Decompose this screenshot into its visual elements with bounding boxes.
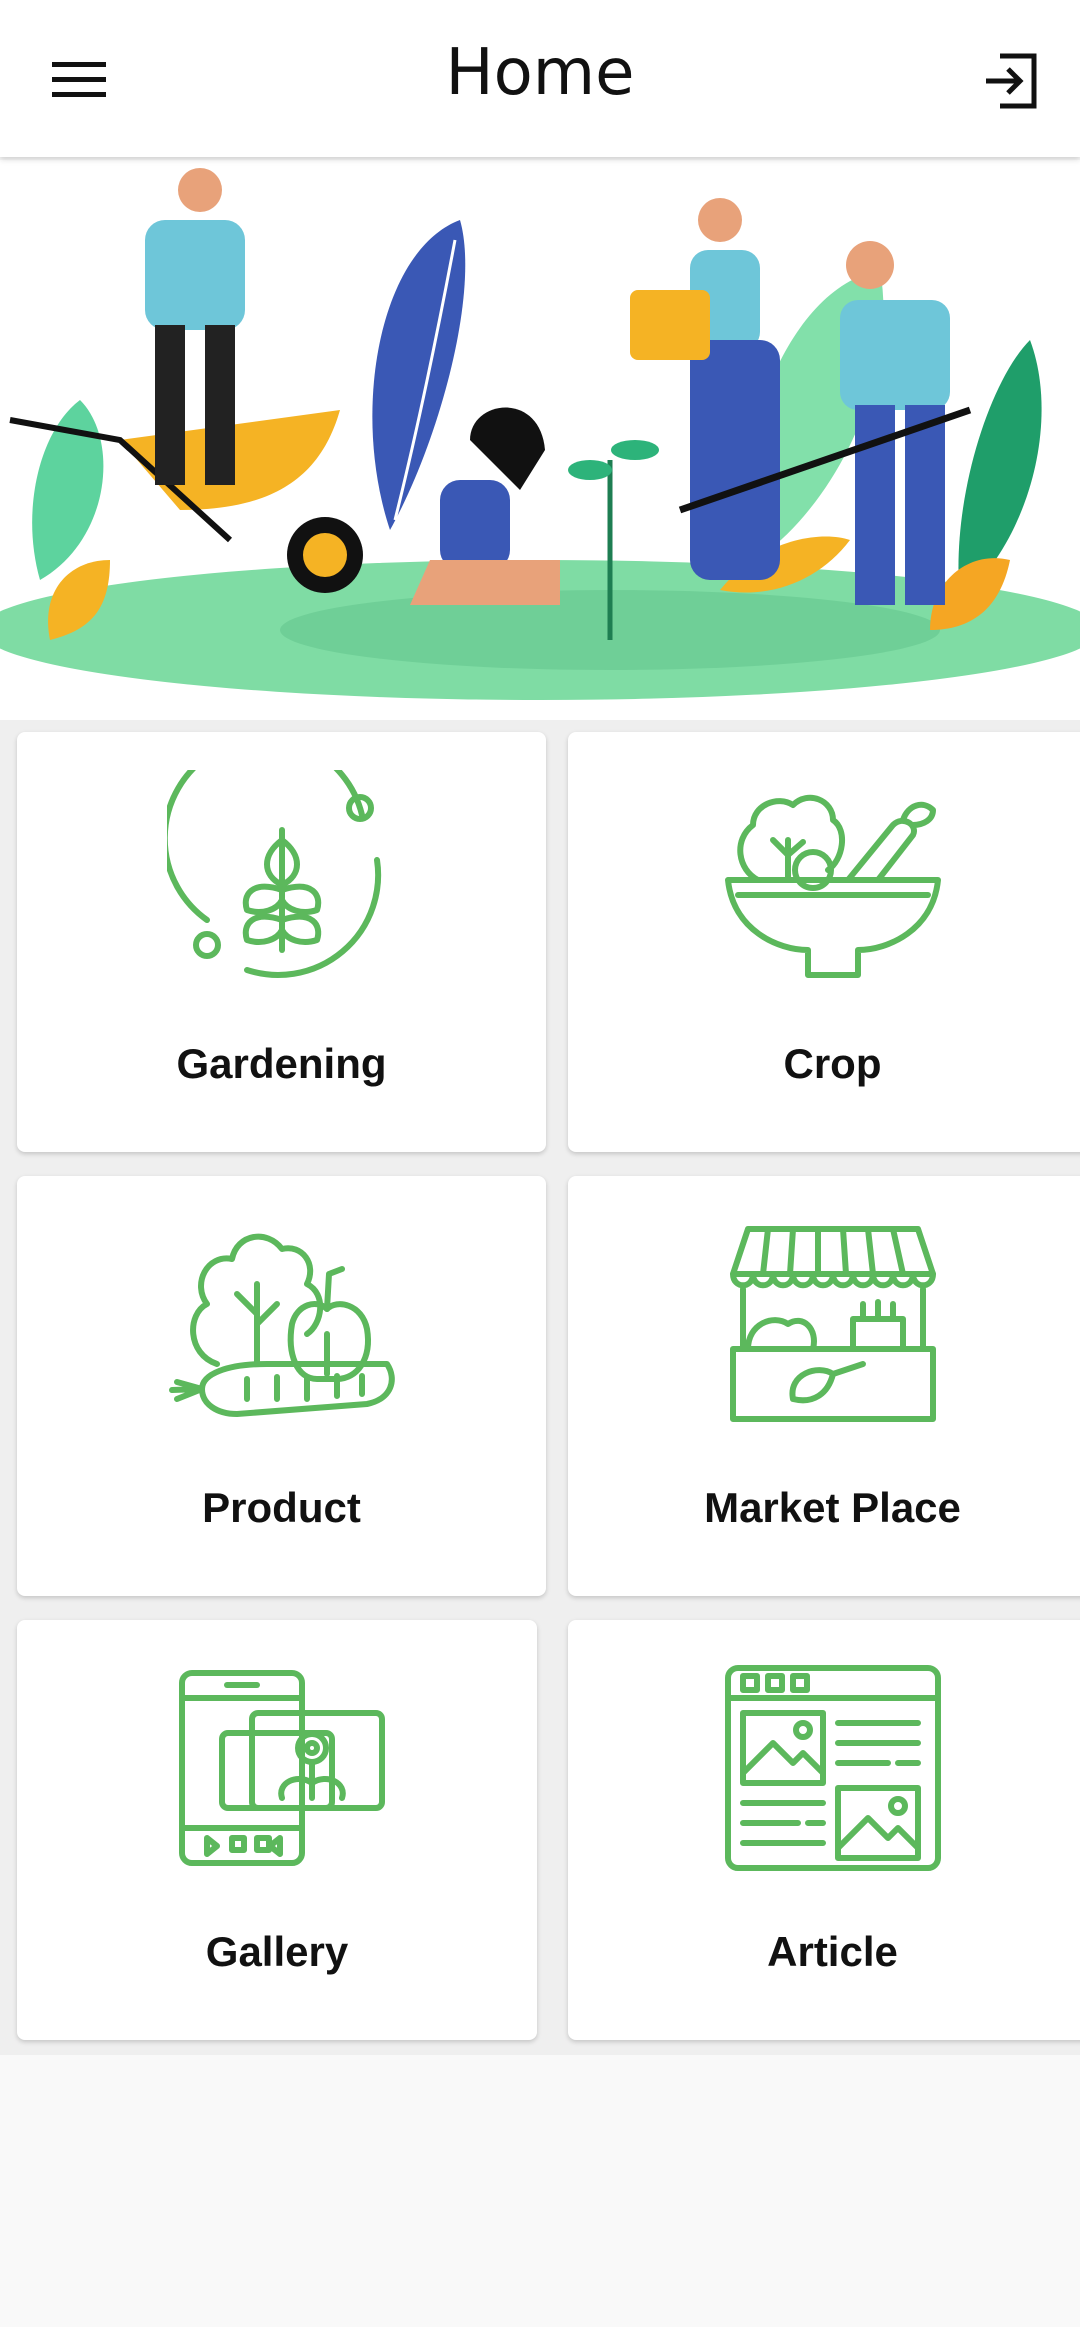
tile-label: Market Place <box>704 1484 961 1531</box>
tile-article[interactable]: Article <box>568 1620 1080 2040</box>
tile-label: Gallery <box>205 1928 349 1975</box>
gallery-phone-icon <box>162 1658 392 1878</box>
tile-gardening[interactable]: Gardening <box>17 732 546 1152</box>
tile-label: Gardening <box>176 1040 387 1087</box>
people-gardening-illustration <box>0 168 1080 700</box>
tile-gallery[interactable]: Gallery <box>17 1620 537 2040</box>
market-stall-icon <box>718 1214 948 1434</box>
menu-grid: Gardening Crop Product Market Place Gall… <box>0 720 1080 2055</box>
tile-label: Product <box>202 1484 361 1531</box>
wheat-circle-icon <box>161 735 397 990</box>
tile-crop[interactable]: Crop <box>568 732 1080 1152</box>
tile-market-place[interactable]: Market Place <box>568 1176 1080 1596</box>
logout-icon[interactable] <box>980 50 1042 112</box>
tile-label: Article <box>767 1928 898 1975</box>
empty-area <box>0 2055 1080 2327</box>
tile-product[interactable]: Product <box>17 1176 546 1596</box>
app-bar: Home <box>0 0 1080 157</box>
vegetables-icon <box>167 1214 397 1434</box>
tile-label: Crop <box>783 1040 882 1087</box>
page-title: Home <box>445 36 635 110</box>
article-layout-icon <box>718 1658 948 1878</box>
vegetable-bowl-icon <box>718 770 948 990</box>
gardening-banner <box>0 160 1080 720</box>
